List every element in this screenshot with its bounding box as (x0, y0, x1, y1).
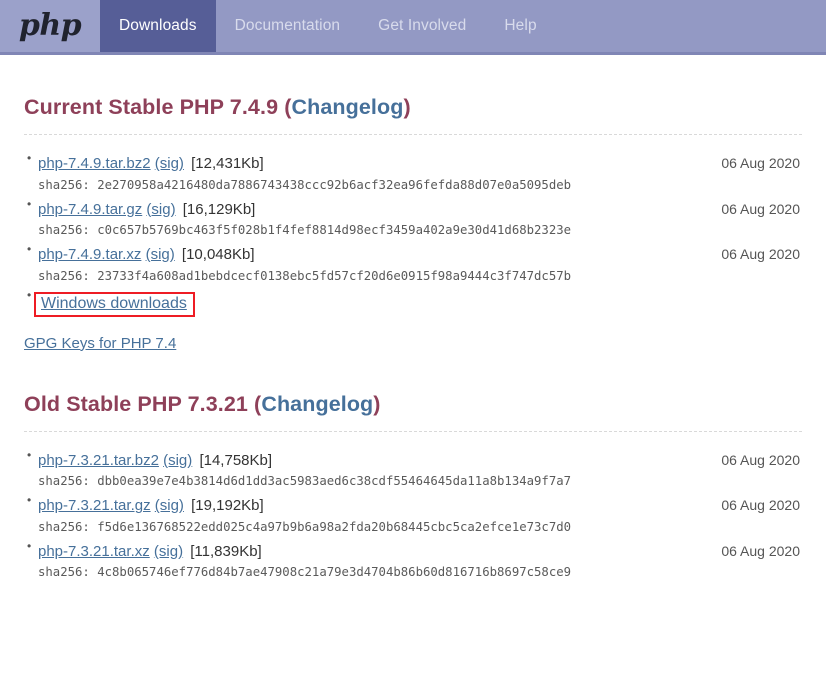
php-logo-text: php (18, 8, 82, 43)
release-date: 06 Aug 2020 (721, 542, 800, 559)
nav-item-downloads[interactable]: Downloads (100, 0, 216, 52)
list-item: php-7.3.21.tar.bz2 (sig) [14,758Kb] 06 A… (27, 448, 802, 492)
file-size: [10,048Kb] (181, 246, 255, 264)
download-link-tar-bz2[interactable]: php-7.4.9.tar.bz2 (38, 155, 151, 172)
release-date: 06 Aug 2020 (721, 497, 800, 514)
page-title-old-stable: Old Stable PHP 7.3.21 (Changelog) (24, 392, 802, 432)
download-entry: php-7.4.9.tar.gz (sig) [16,129Kb] (38, 199, 255, 222)
download-row: php-7.3.21.tar.xz (sig) [11,839Kb] 06 Au… (38, 541, 802, 564)
release-date: 06 Aug 2020 (721, 451, 800, 468)
old-stable-title-text: Old Stable PHP 7.3.21 (24, 391, 255, 416)
download-link-tar-gz[interactable]: php-7.4.9.tar.gz (38, 201, 142, 218)
download-entry: php-7.4.9.tar.xz (sig) [10,048Kb] (38, 244, 254, 267)
file-size: [12,431Kb] (191, 155, 264, 172)
nav-item-downloads-label: Downloads (119, 17, 197, 34)
download-link-731-tar-bz2[interactable]: php-7.3.21.tar.bz2 (38, 452, 159, 469)
paren-close: ) (373, 391, 381, 416)
download-link-731-tar-gz[interactable]: php-7.3.21.tar.gz (38, 497, 151, 514)
signature-link-731-tar-bz2[interactable]: (sig) (163, 452, 192, 469)
windows-downloads-link[interactable]: Windows downloads (41, 295, 187, 312)
nav-item-documentation[interactable]: Documentation (216, 0, 360, 52)
changelog-link-current[interactable]: Changelog (291, 95, 403, 119)
list-item-windows-downloads: Windows downloads (27, 288, 802, 317)
php-logo[interactable]: php (0, 0, 100, 52)
sha256-hash: sha256: 23733f4a608ad1bebdcecf0138ebc5fd… (38, 268, 572, 283)
file-size: [11,839Kb] (190, 542, 262, 560)
file-size: [19,192Kb] (191, 497, 264, 515)
list-item: php-7.4.9.tar.bz2 (sig) [12,431Kb] 06 Au… (27, 151, 802, 195)
signature-link-tar-gz[interactable]: (sig) (146, 201, 175, 218)
page-title-current-stable: Current Stable PHP 7.4.9 (Changelog) (24, 95, 802, 135)
nav-item-get-involved[interactable]: Get Involved (359, 0, 485, 52)
download-entry: php-7.4.9.tar.bz2 (sig) [12,431Kb] (38, 153, 264, 176)
list-item: php-7.3.21.tar.xz (sig) [11,839Kb] 06 Au… (27, 539, 802, 583)
download-entry: php-7.3.21.tar.xz (sig) [11,839Kb] (38, 541, 262, 564)
gpg-keys-line: GPG Keys for PHP 7.4 (24, 335, 802, 352)
signature-link-731-tar-gz[interactable]: (sig) (155, 497, 184, 514)
file-size: [14,758Kb] (199, 451, 273, 469)
release-date: 06 Aug 2020 (721, 155, 800, 171)
download-link-tar-xz[interactable]: php-7.4.9.tar.xz (38, 246, 141, 263)
nav-item-help-label: Help (504, 17, 537, 34)
windows-downloads-highlight-box: Windows downloads (34, 291, 195, 317)
sha256-hash: sha256: c0c657b5769bc463f5f028b1f4fef881… (38, 223, 572, 238)
nav-item-help[interactable]: Help (485, 0, 555, 52)
nav-item-documentation-label: Documentation (234, 17, 341, 34)
file-size: [16,129Kb] (182, 200, 256, 218)
download-row: php-7.3.21.tar.gz (sig) [19,192Kb] 06 Au… (38, 495, 802, 518)
download-row: php-7.3.21.tar.bz2 (sig) [14,758Kb] 06 A… (38, 450, 802, 473)
download-list-old-stable: php-7.3.21.tar.bz2 (sig) [14,758Kb] 06 A… (24, 448, 802, 583)
signature-link-tar-xz[interactable]: (sig) (146, 246, 175, 263)
signature-link-tar-bz2[interactable]: (sig) (155, 155, 184, 172)
list-item: php-7.4.9.tar.gz (sig) [16,129Kb] 06 Aug… (27, 197, 802, 241)
download-entry: php-7.3.21.tar.gz (sig) [19,192Kb] (38, 495, 264, 518)
top-navigation-bar: php Downloads Documentation Get Involved… (0, 0, 826, 55)
sha256-hash: sha256: f5d6e136768522edd025c4a97b9b6a98… (38, 519, 572, 534)
sha256-hash: sha256: 4c8b065746ef776d84b7ae47908c21a7… (38, 565, 572, 580)
page-content: Current Stable PHP 7.4.9 (Changelog) php… (0, 95, 826, 582)
sha256-hash: sha256: dbb0ea39e7e4b3814d6d1dd3ac5983ae… (38, 474, 572, 489)
list-item: php-7.3.21.tar.gz (sig) [19,192Kb] 06 Au… (27, 493, 802, 537)
download-list-current-stable: php-7.4.9.tar.bz2 (sig) [12,431Kb] 06 Au… (24, 151, 802, 317)
gpg-keys-link-74[interactable]: GPG Keys for PHP 7.4 (24, 335, 176, 352)
download-row: php-7.4.9.tar.gz (sig) [16,129Kb] 06 Aug… (38, 199, 802, 222)
nav-item-get-involved-label: Get Involved (378, 17, 467, 34)
signature-link-731-tar-xz[interactable]: (sig) (154, 543, 183, 560)
download-row: php-7.4.9.tar.xz (sig) [10,048Kb] 06 Aug… (38, 244, 802, 267)
release-date: 06 Aug 2020 (721, 246, 800, 263)
download-entry: php-7.3.21.tar.bz2 (sig) [14,758Kb] (38, 450, 272, 473)
sha256-hash: sha256: 2e270958a4216480da7886743438ccc9… (38, 177, 572, 192)
paren-close: ) (403, 95, 411, 119)
list-item: php-7.4.9.tar.xz (sig) [10,048Kb] 06 Aug… (27, 242, 802, 286)
download-row: php-7.4.9.tar.bz2 (sig) [12,431Kb] 06 Au… (38, 153, 802, 176)
release-date: 06 Aug 2020 (721, 200, 800, 217)
changelog-link-old[interactable]: Changelog (261, 392, 373, 416)
download-link-731-tar-xz[interactable]: php-7.3.21.tar.xz (38, 543, 150, 560)
current-stable-title-text: Current Stable PHP 7.4.9 (24, 95, 285, 119)
